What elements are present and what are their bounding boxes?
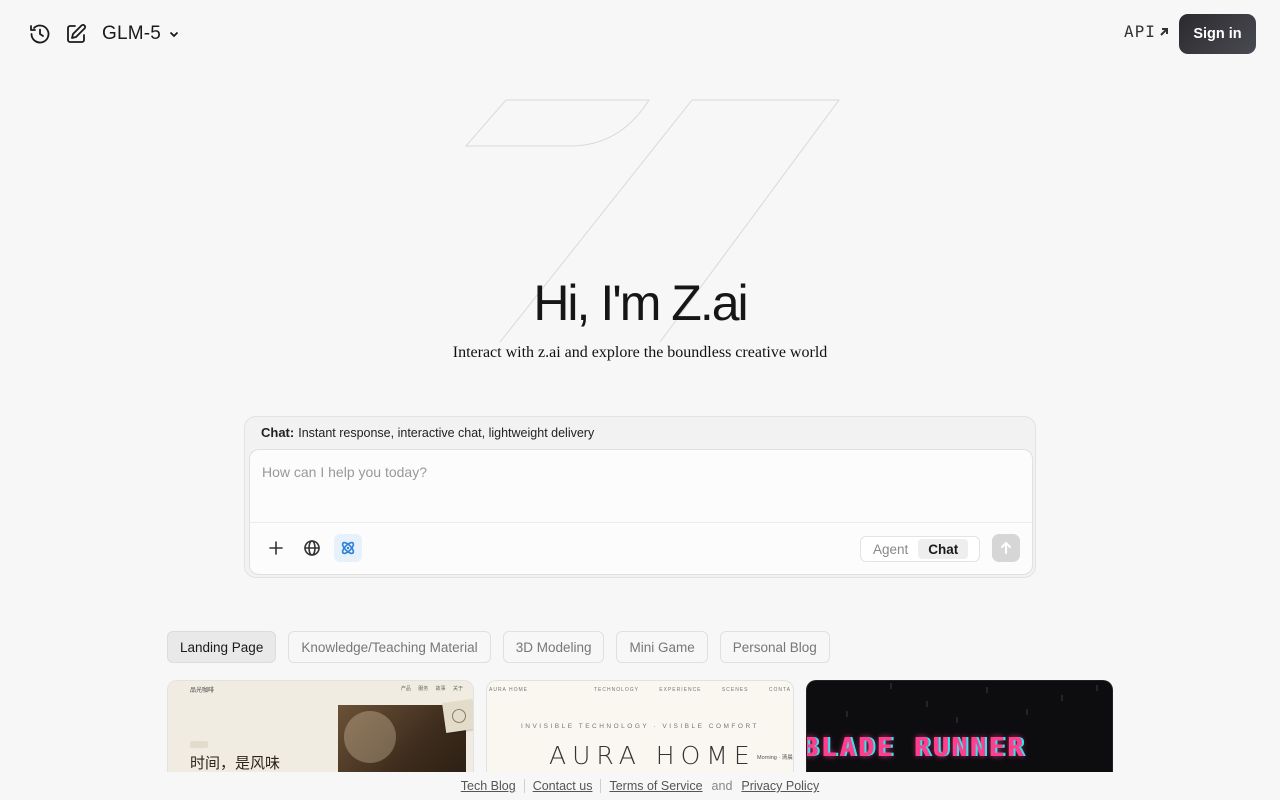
zai-logo-watermark [464,99,840,343]
hero-subtitle: Interact with z.ai and explore the bound… [452,344,828,361]
hero-title: Hi, I'm Z.ai [533,275,748,331]
category-landing-page[interactable]: Landing Page [167,631,277,663]
card1-stamp [442,699,473,733]
card2-side-text: Morning · 清晨 [757,755,793,761]
send-button[interactable] [992,534,1020,562]
card2-brand: AURA HOME [489,687,529,693]
chevron-down-icon [169,31,179,38]
mode-description-title: Chat: [261,425,295,440]
mode-chat-option[interactable]: Chat [918,539,969,559]
card1-tag [190,741,208,748]
card3-title: BLADE RUNNER [806,733,1027,763]
card2-tagline: INVISIBLE TECHNOLOGY · VISIBLE COMFORT [520,723,760,730]
footer-privacy[interactable]: Privacy Policy [741,779,819,793]
preview-card-coffee[interactable]: 品光咖啡 产品 服务 故事 关于 时间，是风味 [167,680,474,772]
mode-agent-option[interactable]: Agent [863,539,918,559]
footer-contact-us[interactable]: Contact us [533,779,593,793]
card1-nav: 产品 服务 故事 关于 [400,686,463,692]
edit-icon[interactable] [62,20,90,48]
footer-and: and [711,779,733,793]
model-selector[interactable]: GLM-5 [102,20,181,48]
card1-headline: 时间，是风味 [190,754,281,772]
card2-nav: TECHNOLOGY EXPERIENCE SCENES CONTA [593,687,791,693]
model-name: GLM-5 [102,23,162,44]
mode-description-text: Instant response, interactive chat, ligh… [298,426,595,440]
globe-icon[interactable] [298,534,326,562]
sign-in-button[interactable]: Sign in [1179,14,1256,54]
atom-icon[interactable] [334,534,362,562]
footer-terms[interactable]: Terms of Service [609,779,702,793]
category-tabs: Landing Page Knowledge/Teaching Material… [167,631,830,663]
card1-logo: 品光咖啡 [190,688,215,694]
category-mini-game[interactable]: Mini Game [616,631,708,663]
chat-composer: Chat: Instant response, interactive chat,… [244,416,1036,578]
mode-toggle: Agent Chat [860,536,980,562]
arrow-up-icon [1001,542,1011,554]
footer-tech-blog[interactable]: Tech Blog [461,779,516,793]
plus-icon[interactable] [262,534,290,562]
chat-input[interactable] [250,450,1032,522]
category-3d-modeling[interactable]: 3D Modeling [502,631,605,663]
category-personal-blog[interactable]: Personal Blog [719,631,830,663]
preview-card-blade-runner[interactable]: BLADE RUNNER [806,680,1113,772]
footer: Tech Blog Contact us Terms of Service an… [0,772,1280,800]
chat-divider [250,522,1032,523]
top-bar: GLM-5 API Sign in [0,0,1280,68]
preview-card-aura-home[interactable]: AURA HOME TECHNOLOGY EXPERIENCE SCENES C… [486,680,794,772]
api-label: API [1124,22,1156,41]
card1-circle [344,711,396,763]
footer-separator [523,779,525,793]
chat-input-box: Agent Chat [249,449,1033,575]
mode-description: Chat: Instant response, interactive chat,… [261,425,594,440]
external-arrow-icon [1160,27,1168,36]
footer-separator [600,779,602,793]
category-knowledge-teaching[interactable]: Knowledge/Teaching Material [288,631,491,663]
api-link[interactable]: API [1124,22,1170,41]
card2-title: AURA HOME [549,741,756,770]
history-icon[interactable] [26,20,54,48]
